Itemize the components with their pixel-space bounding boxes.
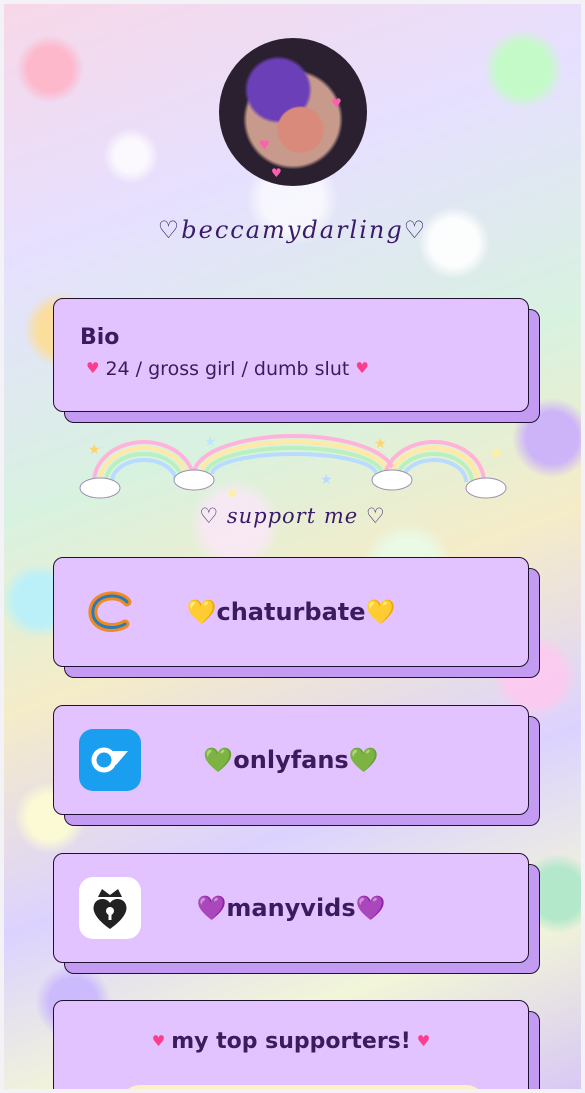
pink-heart-icon: ♥ — [86, 359, 100, 377]
svg-text:★: ★ — [490, 446, 503, 462]
green-heart-icon: 💚 — [348, 746, 379, 774]
page-background: ♥ ♥ ♥ ♡beccamydarling♡ Bio ♥ 24 / gross g… — [4, 4, 581, 1089]
svg-text:★: ★ — [204, 434, 217, 450]
svg-text:★: ★ — [226, 486, 239, 502]
pink-heart-icon: ♥ — [416, 1032, 431, 1050]
green-heart-icon: 💚 — [203, 746, 234, 774]
heart-decoration-icon: ♥ — [331, 96, 342, 110]
svg-text:★: ★ — [374, 436, 387, 452]
chaturbate-icon — [79, 581, 141, 643]
chaturbate-link[interactable]: 💛chaturbate💛 — [53, 557, 529, 667]
top-supporters-bar — [120, 1085, 486, 1089]
manyvids-link[interactable]: 💜manyvids💜 — [53, 853, 529, 963]
manyvids-icon — [79, 877, 141, 939]
onlyfans-icon — [79, 729, 141, 791]
purple-heart-icon: 💜 — [355, 894, 386, 922]
bio-text-row: ♥ 24 / gross girl / dumb slut ♥ — [80, 358, 528, 380]
pink-heart-icon: ♥ — [355, 359, 369, 377]
rainbow-banner: ★ ★ ★ ★ ★ ★ — [79, 434, 507, 502]
pink-heart-icon: ♥ — [151, 1032, 166, 1050]
bio-title: Bio — [80, 325, 120, 350]
support-heading: ♡ support me ♡ — [199, 504, 386, 528]
yellow-heart-icon: 💛 — [365, 598, 396, 626]
top-supporters-card[interactable]: ♥ my top supporters! ♥ — [53, 1000, 529, 1089]
profile-username: ♡beccamydarling♡ — [157, 216, 428, 244]
heart-decoration-icon: ♥ — [271, 166, 282, 180]
profile-avatar: ♥ ♥ ♥ — [219, 38, 367, 186]
svg-text:★: ★ — [88, 442, 101, 458]
top-supporters-label-row: ♥ my top supporters! ♥ — [54, 1029, 528, 1054]
bio-card: Bio ♥ 24 / gross girl / dumb slut ♥ — [53, 298, 529, 412]
top-supporters-label: my top supporters! — [171, 1029, 411, 1054]
purple-heart-icon: 💜 — [196, 894, 227, 922]
yellow-heart-icon: 💛 — [186, 598, 217, 626]
heart-decoration-icon: ♥ — [259, 138, 270, 152]
bio-text: 24 / gross girl / dumb slut — [105, 358, 350, 380]
onlyfans-link[interactable]: 💚onlyfans💚 — [53, 705, 529, 815]
svg-text:★: ★ — [320, 472, 333, 488]
